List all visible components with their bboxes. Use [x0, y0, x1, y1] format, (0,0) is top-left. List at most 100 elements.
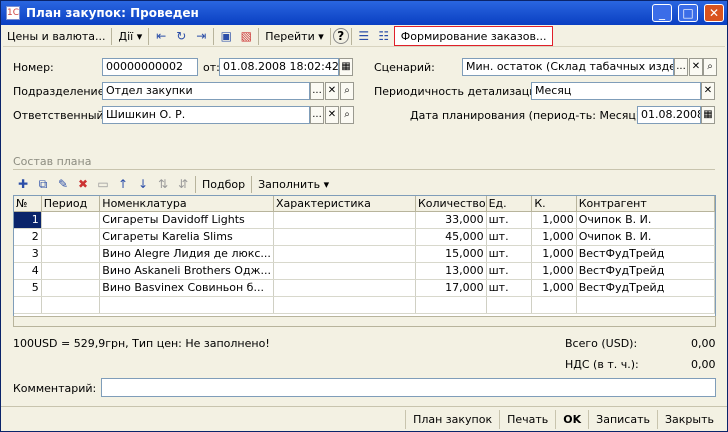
table-cell[interactable]: 13,000 — [415, 262, 487, 280]
search-icon[interactable]: ⌕ — [703, 58, 717, 76]
add-row-icon[interactable]: ✚ — [13, 175, 33, 194]
table-row[interactable]: 4 Вино Askaneli Brothers Одж... 13,000 шт. 1… — [14, 262, 715, 280]
table-cell[interactable]: Вино Askaneli Brothers Одж... — [99, 262, 274, 280]
column-header[interactable]: Период — [41, 196, 101, 212]
table-row[interactable]: 3 Вино Alegre Лидия де люкс... 15,000 шт. 1,… — [14, 245, 715, 263]
search-icon[interactable]: ⌕ — [340, 106, 354, 124]
table-cell[interactable] — [273, 211, 416, 229]
horizontal-scrollbar[interactable] — [13, 316, 716, 327]
table-cell[interactable]: 1,000 — [531, 279, 577, 297]
table-cell[interactable]: 1,000 — [531, 211, 577, 229]
pick-button[interactable]: Подбор — [198, 175, 249, 194]
post-doc-icon[interactable]: ▣ — [216, 27, 236, 46]
scenario-field[interactable]: Мин. остаток (Склад табачных изделий) — [462, 58, 674, 76]
forward-icon[interactable]: ⇥ — [191, 27, 211, 46]
clear-icon[interactable]: ✕ — [325, 82, 339, 100]
table-cell[interactable]: 17,000 — [415, 279, 487, 297]
sort-desc-icon[interactable]: ⇵ — [173, 175, 193, 194]
table-cell[interactable] — [41, 279, 101, 297]
column-header[interactable]: Характеристика — [273, 196, 416, 212]
table-cell[interactable]: Вино Alegre Лидия де люкс... — [99, 245, 274, 263]
table-cell[interactable]: шт. — [486, 211, 533, 229]
column-header[interactable]: № — [14, 196, 42, 212]
table-cell[interactable]: ВестФудТрейд — [576, 279, 715, 297]
form-orders-button[interactable]: Формирование заказов... — [393, 26, 554, 46]
date-field[interactable]: 01.08.2008 18:02:42 — [219, 58, 339, 76]
purchase-plan-button[interactable]: План закупок — [405, 409, 499, 429]
number-field[interactable]: 00000000002 — [102, 58, 198, 76]
table-cell[interactable]: шт. — [486, 245, 533, 263]
table-cell[interactable]: 1 — [14, 211, 42, 229]
table-cell[interactable]: Сигареты Davidoff Lights — [99, 211, 274, 229]
table-cell[interactable]: 1,000 — [531, 262, 577, 280]
clear-icon[interactable]: ✕ — [701, 82, 715, 100]
table-cell[interactable]: 33,000 — [415, 211, 487, 229]
close-window-button[interactable]: ✕ — [704, 4, 724, 22]
search-icon[interactable]: ⌕ — [340, 82, 354, 100]
table-cell[interactable]: 15,000 — [415, 245, 487, 263]
detail-period-field[interactable]: Месяц — [531, 82, 701, 100]
actions-menu[interactable]: Дії ▾ — [114, 27, 146, 46]
plan-date-field[interactable]: 01.08.2008 — [637, 106, 701, 124]
save-button[interactable]: Записать — [588, 409, 657, 429]
table-cell[interactable]: шт. — [486, 279, 533, 297]
table-cell[interactable] — [273, 262, 416, 280]
table-cell[interactable] — [273, 245, 416, 263]
calendar-icon[interactable]: ▦ — [701, 106, 715, 124]
plan-table[interactable]: № Период Номенклатура Характеристика Кол… — [13, 195, 716, 326]
clear-icon[interactable]: ✕ — [689, 58, 703, 76]
checklist-icon[interactable]: ☷ — [374, 27, 394, 46]
refresh-icon[interactable]: ↻ — [171, 27, 191, 46]
end-edit-icon[interactable]: ▭ — [93, 175, 113, 194]
table-cell[interactable] — [273, 228, 416, 246]
table-cell[interactable]: шт. — [486, 262, 533, 280]
move-down-icon[interactable]: ↓ — [133, 175, 153, 194]
prices-currency-button[interactable]: Цены и валюта... — [3, 27, 109, 46]
table-cell[interactable]: 1,000 — [531, 228, 577, 246]
copy-row-icon[interactable]: ⧉ — [33, 175, 53, 194]
table-cell[interactable] — [273, 279, 416, 297]
table-cell[interactable]: ВестФудТрейд — [576, 245, 715, 263]
calendar-icon[interactable]: ▦ — [339, 58, 353, 76]
print-button[interactable]: Печать — [499, 409, 555, 429]
column-header[interactable]: К. — [531, 196, 577, 212]
table-cell[interactable]: шт. — [486, 228, 533, 246]
table-cell[interactable]: 5 — [14, 279, 42, 297]
column-header[interactable]: Количество — [415, 196, 487, 212]
table-cell[interactable] — [41, 228, 101, 246]
table-row[interactable]: 1 Сигареты Davidoff Lights 33,000 шт. 1,000 О… — [14, 211, 715, 229]
table-cell[interactable]: 3 — [14, 245, 42, 263]
table-cell[interactable]: Сигареты Karelia Slims — [99, 228, 274, 246]
goto-menu[interactable]: Перейти ▾ — [261, 27, 328, 46]
table-cell[interactable]: Очипок В. И. — [576, 211, 715, 229]
fill-menu[interactable]: Заполнить ▾ — [254, 175, 333, 194]
list-icon[interactable]: ☰ — [354, 27, 374, 46]
department-field[interactable]: Отдел закупки — [102, 82, 310, 100]
select-icon[interactable]: ... — [310, 106, 324, 124]
sort-asc-icon[interactable]: ⇅ — [153, 175, 173, 194]
move-up-icon[interactable]: ↑ — [113, 175, 133, 194]
column-header[interactable]: Номенклатура — [99, 196, 274, 212]
delete-row-icon[interactable]: ✖ — [73, 175, 93, 194]
close-button[interactable]: Закрыть — [657, 409, 721, 429]
maximize-button[interactable]: □ — [678, 4, 698, 22]
table-cell[interactable] — [41, 245, 101, 263]
ok-button[interactable]: OK — [555, 409, 588, 429]
column-header[interactable]: Контрагент — [576, 196, 715, 212]
table-cell[interactable]: ВестФудТрейд — [576, 262, 715, 280]
edit-row-icon[interactable]: ✎ — [53, 175, 73, 194]
table-cell[interactable]: 4 — [14, 262, 42, 280]
select-icon[interactable]: ... — [674, 58, 688, 76]
table-cell[interactable] — [41, 262, 101, 280]
table-cell[interactable]: 45,000 — [415, 228, 487, 246]
table-cell[interactable]: 1,000 — [531, 245, 577, 263]
table-cell[interactable]: 2 — [14, 228, 42, 246]
minimize-button[interactable]: _ — [652, 4, 672, 22]
table-row[interactable]: 5 Вино Basvinex Совиньон б... 17,000 шт. 1,0… — [14, 279, 715, 297]
help-icon[interactable]: ? — [332, 28, 349, 44]
column-header[interactable]: Ед. — [486, 196, 533, 212]
back-icon[interactable]: ⇤ — [151, 27, 171, 46]
table-cell[interactable] — [41, 211, 101, 229]
comment-field[interactable] — [101, 378, 716, 397]
unpost-doc-icon[interactable]: ▧ — [236, 27, 256, 46]
